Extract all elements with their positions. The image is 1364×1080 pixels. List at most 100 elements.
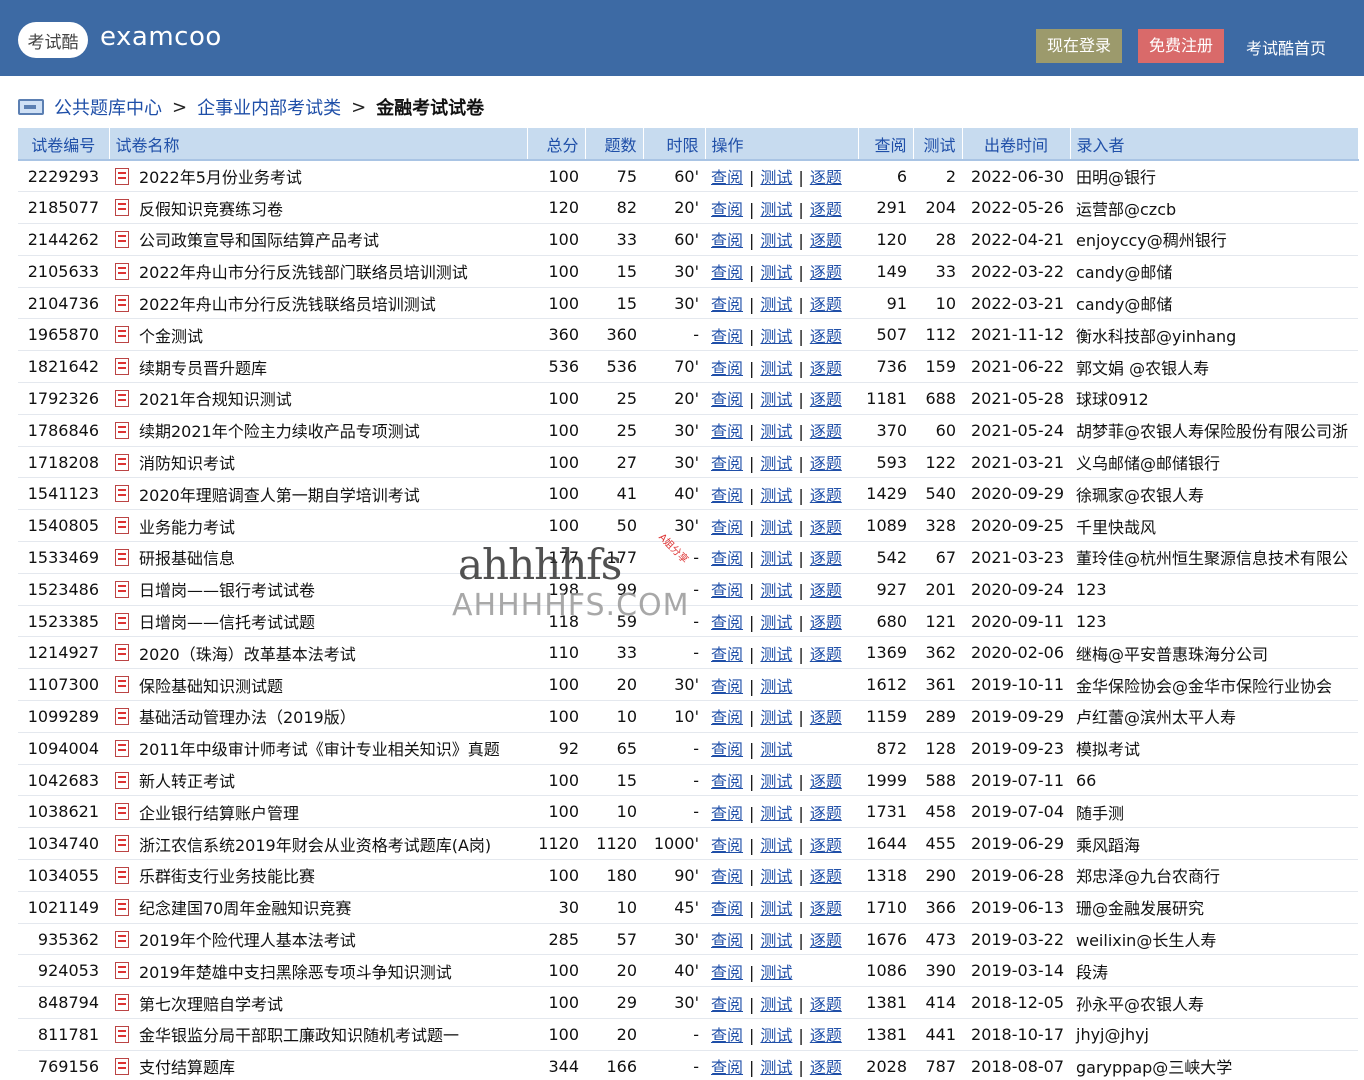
test-link[interactable]: 测试	[760, 867, 792, 886]
step-link[interactable]: 逐题	[810, 486, 842, 505]
exam-name[interactable]: 基础活动管理办法（2019版）	[139, 704, 356, 728]
step-link[interactable]: 逐题	[810, 390, 842, 409]
step-link[interactable]: 逐题	[810, 1058, 842, 1077]
test-link[interactable]: 测试	[760, 804, 792, 823]
register-button[interactable]: 免费注册	[1138, 29, 1225, 63]
exam-name-cell[interactable]: 日增岗——信托考试试题	[109, 605, 527, 638]
step-link[interactable]: 逐题	[810, 1026, 842, 1045]
exam-name[interactable]: 公司政策宣导和国际结算产品考试	[139, 227, 379, 251]
exam-name-cell[interactable]: 续期专员晋升题库	[109, 350, 527, 384]
col-header-limit[interactable]: 时限	[643, 128, 706, 161]
exam-name-cell[interactable]: 个金测试	[109, 318, 527, 352]
test-link[interactable]: 测试	[760, 295, 792, 314]
exam-name[interactable]: 续期专员晋升题库	[139, 355, 267, 379]
test-link[interactable]: 测试	[760, 1026, 792, 1045]
exam-name[interactable]: 续期2021年个险主力续收产品专项测试	[139, 418, 420, 442]
exam-name[interactable]: 个金测试	[139, 323, 203, 347]
step-link[interactable]: 逐题	[810, 931, 842, 950]
test-link[interactable]: 测试	[760, 390, 792, 409]
exam-name[interactable]: 2020年理赔调查人第一期自学培训考试	[139, 482, 420, 506]
exam-name-cell[interactable]: 业务能力考试	[109, 509, 527, 543]
exam-name-cell[interactable]: 2022年5月份业务考试	[109, 160, 527, 193]
step-link[interactable]: 逐题	[810, 518, 842, 537]
step-link[interactable]: 逐题	[810, 454, 842, 473]
col-header-submitter[interactable]: 录入者	[1070, 128, 1359, 161]
brand-name[interactable]: examcoo	[100, 22, 222, 52]
test-link[interactable]: 测试	[760, 772, 792, 791]
exam-name[interactable]: 新人转正考试	[139, 768, 235, 792]
exam-name-cell[interactable]: 纪念建国70周年金融知识竞赛	[109, 891, 527, 924]
view-link[interactable]: 查阅	[711, 899, 743, 918]
exam-name-cell[interactable]: 支付结算题库	[109, 1050, 527, 1080]
exam-name[interactable]: 2011年中级审计师考试《审计专业相关知识》真题	[139, 736, 500, 760]
site-logo[interactable]: 考试酷	[18, 22, 88, 58]
test-link[interactable]: 测试	[760, 836, 792, 855]
exam-name-cell[interactable]: 消防知识考试	[109, 446, 527, 479]
test-link[interactable]: 测试	[760, 708, 792, 727]
step-link[interactable]: 逐题	[810, 200, 842, 219]
view-link[interactable]: 查阅	[711, 422, 743, 441]
step-link[interactable]: 逐题	[810, 836, 842, 855]
step-link[interactable]: 逐题	[810, 581, 842, 600]
test-link[interactable]: 测试	[760, 422, 792, 441]
exam-name[interactable]: 2020（珠海）改革基本法考试	[139, 641, 356, 665]
step-link[interactable]: 逐题	[810, 772, 842, 791]
exam-name-cell[interactable]: 浙江农信系统2019年财会从业资格考试题库(A岗)	[109, 827, 527, 861]
exam-name[interactable]: 第七次理赔自学考试	[139, 991, 283, 1015]
step-link[interactable]: 逐题	[810, 422, 842, 441]
test-link[interactable]: 测试	[760, 740, 792, 759]
col-header-score[interactable]: 总分	[527, 128, 586, 161]
view-link[interactable]: 查阅	[711, 549, 743, 568]
test-link[interactable]: 测试	[760, 486, 792, 505]
test-link[interactable]: 测试	[760, 899, 792, 918]
view-link[interactable]: 查阅	[711, 327, 743, 346]
test-link[interactable]: 测试	[760, 168, 792, 187]
exam-name-cell[interactable]: 研报基础信息	[109, 541, 527, 574]
exam-name[interactable]: 2022年5月份业务考试	[139, 164, 302, 188]
step-link[interactable]: 逐题	[810, 295, 842, 314]
exam-name-cell[interactable]: 企业银行结算账户管理	[109, 795, 527, 829]
exam-name-cell[interactable]: 乐群街支行业务技能比赛	[109, 859, 527, 892]
test-link[interactable]: 测试	[760, 677, 792, 696]
view-link[interactable]: 查阅	[711, 836, 743, 855]
view-link[interactable]: 查阅	[711, 677, 743, 696]
exam-name[interactable]: 日增岗——银行考试试卷	[139, 577, 315, 601]
view-link[interactable]: 查阅	[711, 740, 743, 759]
test-link[interactable]: 测试	[760, 327, 792, 346]
exam-name-cell[interactable]: 日增岗——银行考试试卷	[109, 573, 527, 606]
test-link[interactable]: 测试	[760, 454, 792, 473]
test-link[interactable]: 测试	[760, 231, 792, 250]
test-link[interactable]: 测试	[760, 549, 792, 568]
step-link[interactable]: 逐题	[810, 804, 842, 823]
view-link[interactable]: 查阅	[711, 263, 743, 282]
col-header-id[interactable]: 试卷编号	[18, 128, 110, 161]
exam-name-cell[interactable]: 第七次理赔自学考试	[109, 986, 527, 1020]
exam-name-cell[interactable]: 2020年理赔调查人第一期自学培训考试	[109, 477, 527, 511]
step-link[interactable]: 逐题	[810, 549, 842, 568]
view-link[interactable]: 查阅	[711, 772, 743, 791]
exam-name[interactable]: 2019年个险代理人基本法考试	[139, 927, 356, 951]
view-link[interactable]: 查阅	[711, 486, 743, 505]
test-link[interactable]: 测试	[760, 359, 792, 378]
login-button[interactable]: 现在登录	[1036, 29, 1123, 63]
col-header-count[interactable]: 题数	[585, 128, 644, 161]
test-link[interactable]: 测试	[760, 995, 792, 1014]
view-link[interactable]: 查阅	[711, 231, 743, 250]
exam-name[interactable]: 金华银监分局干部职工廉政知识随机考试题一	[139, 1022, 459, 1046]
step-link[interactable]: 逐题	[810, 995, 842, 1014]
view-link[interactable]: 查阅	[711, 168, 743, 187]
test-link[interactable]: 测试	[760, 200, 792, 219]
view-link[interactable]: 查阅	[711, 963, 743, 982]
exam-name[interactable]: 2022年舟山市分行反洗钱部门联络员培训测试	[139, 259, 468, 283]
exam-name[interactable]: 纪念建国70周年金融知识竞赛	[139, 895, 351, 919]
test-link[interactable]: 测试	[760, 645, 792, 664]
exam-name-cell[interactable]: 2022年舟山市分行反洗钱部门联络员培训测试	[109, 255, 527, 288]
step-link[interactable]: 逐题	[810, 645, 842, 664]
step-link[interactable]: 逐题	[810, 708, 842, 727]
exam-name[interactable]: 业务能力考试	[139, 514, 235, 538]
view-link[interactable]: 查阅	[711, 645, 743, 664]
test-link[interactable]: 测试	[760, 518, 792, 537]
view-link[interactable]: 查阅	[711, 995, 743, 1014]
test-link[interactable]: 测试	[760, 613, 792, 632]
exam-name[interactable]: 反假知识竞赛练习卷	[139, 196, 283, 220]
